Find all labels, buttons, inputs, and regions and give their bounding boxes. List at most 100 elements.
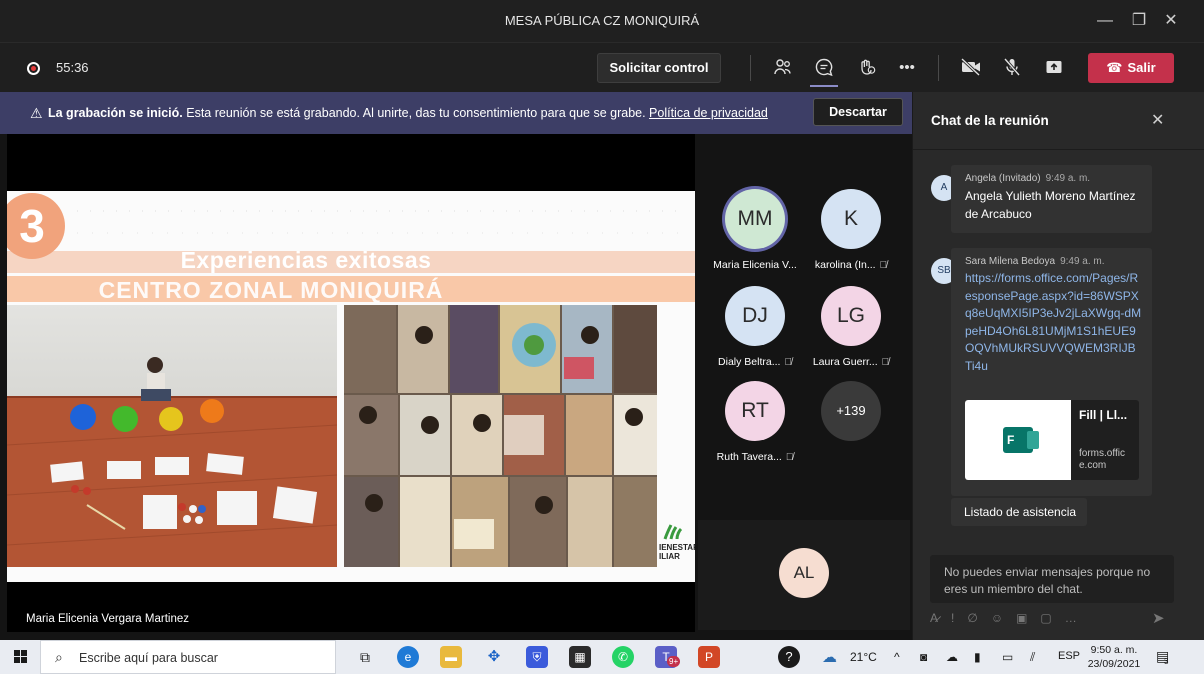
format-icon: A̷ xyxy=(930,611,952,625)
message-text: Angela Yulieth Moreno Martínez de Arcabu… xyxy=(965,189,1136,221)
bienestar-logo: IENESTAR ILIAR xyxy=(659,521,695,561)
meeting-timer: 55:36 xyxy=(56,60,89,75)
slide-title: Experiencias exitosas xyxy=(180,247,432,273)
search-icon: ⌕ xyxy=(55,649,63,665)
banner-message: La grabación se inició. Esta reunión se … xyxy=(48,106,768,120)
usb-icon[interactable]: ▮ xyxy=(974,650,981,664)
battery-icon[interactable]: ▭ xyxy=(1002,650,1013,664)
participant-tile[interactable]: K karolina (In... 🎙̸ xyxy=(801,189,901,271)
language-indicator[interactable]: ESP xyxy=(1058,650,1080,662)
link-preview-domain: forms.office.com xyxy=(1079,448,1125,471)
share-screen-icon[interactable] xyxy=(1043,57,1065,79)
chat-header: Chat de la reunión ✕ xyxy=(913,92,1204,150)
security-icon[interactable]: ⛨ xyxy=(526,646,548,668)
participant-tile[interactable]: RT Ruth Tavera... 🎙̸ xyxy=(705,381,805,463)
gif-icon: ▣ xyxy=(1016,611,1041,625)
participant-avatar: K xyxy=(821,189,881,249)
window-title: MESA PÚBLICA CZ MONIQUIRÁ xyxy=(504,13,700,28)
participant-name: Dialy Beltra... xyxy=(718,356,781,368)
leave-button[interactable]: ☎ Salir xyxy=(1088,53,1174,83)
important-icon: ! xyxy=(951,611,968,625)
clock-time: 9:50 a. m. xyxy=(1090,644,1138,656)
weather-icon[interactable]: ☁ xyxy=(822,648,837,666)
chat-title: Chat de la reunión xyxy=(931,113,1049,128)
wifi-icon[interactable]: ⫽ xyxy=(1030,650,1035,665)
file-explorer-icon[interactable]: ▬ xyxy=(440,646,462,668)
forms-link[interactable]: https://forms.office.com/Pages/ResponseP… xyxy=(965,270,1142,375)
notifications-icon[interactable]: ▤ 3 xyxy=(1156,648,1169,666)
presentation-slide: 3 Experiencias exitosas CENTRO ZONAL MON… xyxy=(7,191,695,582)
participant-tile[interactable]: LG Laura Guerr... 🎙̸ xyxy=(801,286,901,368)
windows-taskbar: ⌕ Escribe aquí para buscar ⧉ e ▬ ✥ ⛨ ▦ ✆… xyxy=(0,640,1204,674)
participant-avatar: LG xyxy=(821,286,881,346)
photo-child-balloons xyxy=(7,305,337,567)
windows-start-icon[interactable] xyxy=(14,650,28,664)
temperature[interactable]: 21°C xyxy=(850,650,877,664)
close-window-icon[interactable]: ✕ xyxy=(1162,12,1180,30)
participant-tile[interactable]: AL xyxy=(754,548,854,598)
participant-avatar: MM xyxy=(725,189,785,249)
participant-avatar: RT xyxy=(725,381,785,441)
taskbar-search[interactable]: ⌕ Escribe aquí para buscar xyxy=(40,640,336,674)
cloud-icon[interactable]: ☁ xyxy=(946,650,958,664)
composer-toolbar: A̷!∅☺▣▢… xyxy=(930,611,1090,625)
link-preview-thumbnail: F xyxy=(965,400,1071,480)
more-participants-tile[interactable]: +139 xyxy=(801,381,901,441)
message-author: Angela (Invitado) xyxy=(965,173,1041,184)
phone-hangup-icon: ☎ xyxy=(1106,60,1123,75)
participant-name-row: Ruth Tavera... 🎙̸ xyxy=(705,451,805,463)
photo-collage xyxy=(344,305,657,567)
taskbar-clock[interactable]: 9:50 a. m. 23/09/2021 xyxy=(1086,643,1142,671)
request-control-button[interactable]: Solicitar control xyxy=(597,53,721,83)
participant-name-row: karolina (In... 🎙̸ xyxy=(801,259,901,271)
link-preview-card[interactable]: F Fill | Ll... forms.office.com xyxy=(965,400,1139,480)
camera-off-icon[interactable] xyxy=(960,57,982,79)
meet-now-icon[interactable]: ◙ xyxy=(920,650,927,664)
avatar-initials: A xyxy=(940,182,948,193)
store-icon[interactable]: ▦ xyxy=(569,646,591,668)
more-icon: … xyxy=(1064,611,1090,625)
banner-text: Esta reunión se está grabando. Al unirte… xyxy=(182,106,650,120)
mic-off-icon: 🎙̸ xyxy=(879,260,888,271)
search-placeholder: Escribe aquí para buscar xyxy=(79,651,218,665)
whatsapp-icon[interactable]: ✆ xyxy=(612,646,634,668)
help-icon[interactable]: ? xyxy=(778,646,800,668)
participant-name-row: Laura Guerr... 🎙̸ xyxy=(801,356,901,368)
more-options-icon[interactable]: ••• xyxy=(896,57,918,79)
meeting-toolbar: 55:36 Solicitar control ••• ☎ Salir xyxy=(0,42,1204,92)
participant-tile[interactable]: DJ Dialy Beltra... 🎙̸ xyxy=(705,286,805,368)
mic-off-icon: 🎙̸ xyxy=(881,357,890,368)
meeting-stage: 3 Experiencias exitosas CENTRO ZONAL MON… xyxy=(0,134,912,640)
powerpoint-icon[interactable]: P xyxy=(698,646,720,668)
participant-name: Maria Elicenia V... xyxy=(713,259,797,271)
reactions-icon[interactable] xyxy=(856,57,878,79)
edge-icon[interactable]: e xyxy=(397,646,419,668)
participants-icon[interactable] xyxy=(772,57,794,79)
active-speaker-name: Maria Elicenia Vergara Martinez xyxy=(26,613,189,625)
participant-name: Laura Guerr... xyxy=(812,356,878,368)
chevron-up-icon[interactable]: ^ xyxy=(894,650,900,664)
leave-label: Salir xyxy=(1127,60,1156,75)
dismiss-button[interactable]: Descartar xyxy=(813,98,903,126)
mic-off-icon[interactable] xyxy=(1001,57,1023,79)
chat-icon[interactable] xyxy=(810,57,838,87)
privacy-policy-link[interactable]: Política de privacidad xyxy=(649,106,768,120)
dropbox-icon[interactable]: ✥ xyxy=(483,646,505,668)
teams-icon[interactable]: T 9+ xyxy=(655,646,681,668)
mic-off-icon: 🎙̸ xyxy=(785,452,794,463)
slide-dots-decoration xyxy=(77,210,687,234)
shared-screen: 3 Experiencias exitosas CENTRO ZONAL MON… xyxy=(7,134,695,632)
emoji-icon: ☺ xyxy=(990,611,1017,625)
chat-composer-disabled: No puedes enviar mensajes porque no eres… xyxy=(930,555,1174,603)
toolbar-divider xyxy=(750,55,751,81)
maximize-icon[interactable]: ❐ xyxy=(1130,12,1148,30)
minimize-icon[interactable]: — xyxy=(1096,12,1114,30)
notification-count: 3 xyxy=(1164,657,1169,666)
warning-icon: ⚠ xyxy=(30,105,43,121)
participant-tile[interactable]: MM Maria Elicenia V... xyxy=(705,189,805,271)
message-meta: Angela (Invitado) 9:49 a. m. xyxy=(965,173,1142,184)
recording-icon xyxy=(27,62,40,75)
close-icon[interactable]: ✕ xyxy=(1151,110,1164,130)
task-view-icon[interactable]: ⧉ xyxy=(354,646,376,668)
link-preview-title: Fill | Ll... xyxy=(1079,408,1128,422)
